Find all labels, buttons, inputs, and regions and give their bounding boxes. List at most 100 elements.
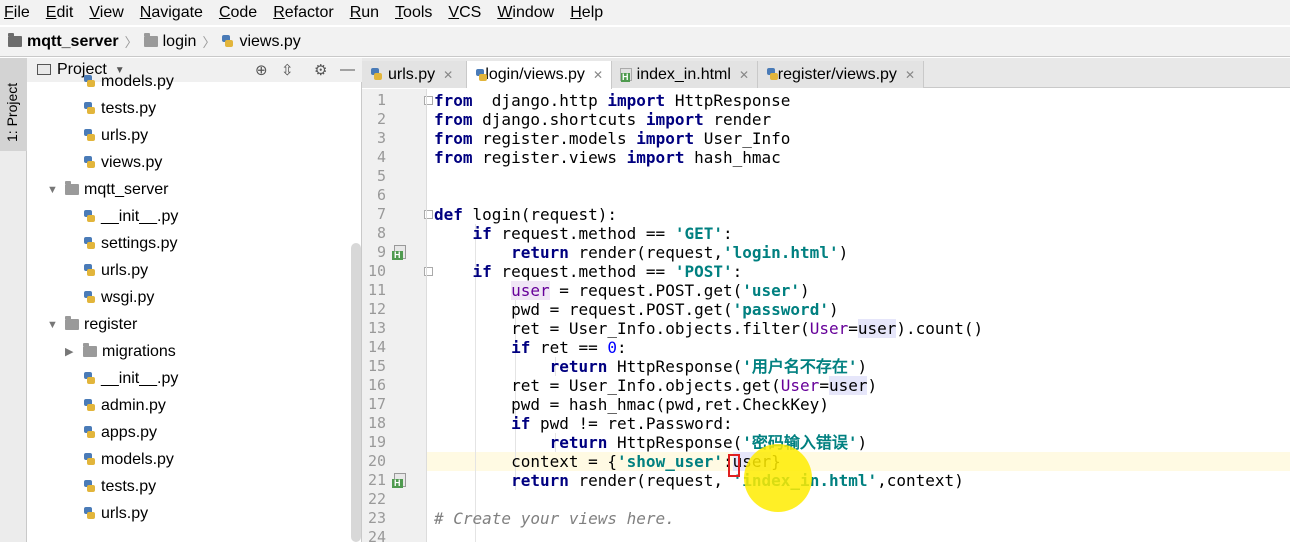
expand-arrow-icon[interactable]: ▼ <box>47 319 59 331</box>
code-token: ) <box>867 376 878 395</box>
code-line[interactable]: user = request.POST.get('user') <box>434 281 810 300</box>
code-token: ret = User_Info.objects.get( <box>434 376 781 395</box>
menu-file[interactable]: File <box>4 4 30 22</box>
line-number: 16 <box>367 376 386 394</box>
code-line[interactable]: if ret == 0: <box>434 338 627 357</box>
code-token: 0 <box>607 338 618 357</box>
code-line[interactable]: def login(request): <box>434 205 617 224</box>
code-line[interactable]: # Create your views here. <box>434 509 675 528</box>
code-line[interactable]: if pwd != ret.Password: <box>434 414 733 433</box>
tree-file[interactable]: tests.py <box>83 473 156 500</box>
code-token: from <box>434 110 473 129</box>
collapse-all-icon[interactable]: ⇳ <box>281 61 294 79</box>
locate-icon[interactable]: ⊕ <box>255 61 268 79</box>
close-icon[interactable]: ✕ <box>905 68 915 82</box>
close-icon[interactable]: ✕ <box>593 68 603 82</box>
code-token: login(request): <box>462 205 618 224</box>
line-number: 22 <box>367 490 386 508</box>
code-line[interactable]: from django.http import HttpResponse <box>434 91 790 110</box>
gear-icon[interactable]: ⚙ <box>314 61 327 79</box>
expand-arrow-icon[interactable]: ▼ <box>47 184 59 196</box>
code-line[interactable]: if request.method == 'POST': <box>434 262 743 281</box>
code-token: ret = User_Info.objects.filter( <box>434 319 810 338</box>
tree-file[interactable]: models.py <box>83 446 174 473</box>
code-line[interactable]: pwd = hash_hmac(pwd,ret.CheckKey) <box>434 395 829 414</box>
code-line[interactable]: ret = User_Info.objects.filter(User=user… <box>434 319 983 338</box>
tree-file[interactable]: admin.py <box>83 392 166 419</box>
tree-file[interactable]: tests.py <box>83 95 156 122</box>
folder-icon <box>65 316 79 330</box>
code-token: = request.POST.get( <box>549 281 743 300</box>
mouse-click-highlight <box>744 444 812 512</box>
code-token: 'password' <box>732 300 829 319</box>
code-token: from <box>434 148 473 167</box>
tab-register-views-py[interactable]: register/views.py ✕ <box>758 61 924 88</box>
menu-navigate[interactable]: Navigate <box>140 4 203 22</box>
tree-item-label: admin.py <box>101 396 166 414</box>
code-token: pwd = request.POST.get( <box>434 300 733 319</box>
breadcrumb-project[interactable]: mqtt_server 〉 <box>8 32 144 51</box>
line-number: 19 <box>367 433 386 451</box>
tab-index_in-html[interactable]: index_in.html ✕ <box>612 61 758 88</box>
tree-folder[interactable]: ▼ mqtt_server <box>47 176 168 203</box>
menu-tools[interactable]: Tools <box>395 4 432 22</box>
menu-edit[interactable]: Edit <box>46 4 74 22</box>
menu-view[interactable]: View <box>89 4 123 22</box>
breadcrumb-file[interactable]: views.py <box>221 33 301 51</box>
collapse-arrow-icon[interactable]: ▶ <box>65 345 77 358</box>
tree-file[interactable]: urls.py <box>83 122 148 149</box>
menu-run[interactable]: Run <box>350 4 379 22</box>
python-file-icon <box>83 507 96 520</box>
code-line[interactable]: from django.shortcuts import render <box>434 110 771 129</box>
code-token: 'login.html' <box>722 243 839 262</box>
code-line[interactable]: return render(request, 'index_in.html',c… <box>434 471 964 490</box>
python-file-icon <box>83 75 96 88</box>
tree-file[interactable]: urls.py <box>83 257 148 284</box>
menu-window[interactable]: Window <box>497 4 554 22</box>
menu-code[interactable]: Code <box>219 4 257 22</box>
python-file-icon <box>83 156 96 169</box>
code-token: request.method == <box>491 262 675 281</box>
code-token: ) <box>857 357 868 376</box>
python-file-icon <box>83 399 96 412</box>
breadcrumb-folder[interactable]: login 〉 <box>143 32 222 51</box>
code-line[interactable]: from register.models import User_Info <box>434 129 790 148</box>
line-number: 24 <box>367 528 386 542</box>
tree-file[interactable]: wsgi.py <box>83 284 154 311</box>
tree-folder[interactable]: ▼ register <box>47 311 137 338</box>
code-line[interactable]: pwd = request.POST.get('password') <box>434 300 839 319</box>
code-token: import <box>626 148 685 167</box>
code-line[interactable]: return render(request,'login.html') <box>434 243 848 262</box>
tree-file[interactable]: apps.py <box>83 419 157 446</box>
code-line[interactable]: from register.views import hash_hmac <box>434 148 781 167</box>
code-line[interactable]: ret = User_Info.objects.get(User=user) <box>434 376 877 395</box>
code-token: ) <box>800 281 810 300</box>
tree-file[interactable]: __init__.py <box>83 203 178 230</box>
menu-vcs[interactable]: VCS <box>448 4 481 22</box>
tree-file[interactable]: urls.py <box>83 500 148 527</box>
tree-file[interactable]: __init__.py <box>83 365 178 392</box>
html-template-gutter-icon[interactable] <box>392 473 409 488</box>
tree-item-label: urls.py <box>101 261 149 279</box>
tree-file[interactable]: models.py <box>83 68 174 95</box>
tree-folder[interactable]: ▶ migrations <box>65 338 176 365</box>
code-line[interactable]: return HttpResponse('用户名不存在') <box>434 357 868 376</box>
code-line[interactable]: return HttpResponse('密码输入错误') <box>434 433 868 452</box>
menu-bar: File Edit View Navigate Code Refactor Run Tools… <box>0 0 1290 25</box>
hide-panel-icon[interactable]: — <box>340 61 355 78</box>
tab-login-views-py[interactable]: login/views.py ✕ <box>467 61 612 89</box>
tree-file[interactable]: settings.py <box>83 230 177 257</box>
html-template-gutter-icon[interactable] <box>392 245 409 260</box>
tab-urls-py[interactable]: urls.py ✕ <box>362 61 467 88</box>
menu-refactor[interactable]: Refactor <box>273 4 333 22</box>
tree-scrollbar[interactable] <box>351 243 361 542</box>
tree-file[interactable]: views.py <box>83 149 162 176</box>
close-icon[interactable]: ✕ <box>739 68 749 82</box>
code-editor[interactable]: 1 2 3 4 5 6 7 8 9 10 11 12 13 14 15 16 17 18 19 20 21 22 23 24 … <box>362 89 1290 542</box>
code-line[interactable]: if request.method == 'GET': <box>434 224 733 243</box>
menu-help[interactable]: Help <box>570 4 603 22</box>
close-icon[interactable]: ✕ <box>443 68 453 82</box>
